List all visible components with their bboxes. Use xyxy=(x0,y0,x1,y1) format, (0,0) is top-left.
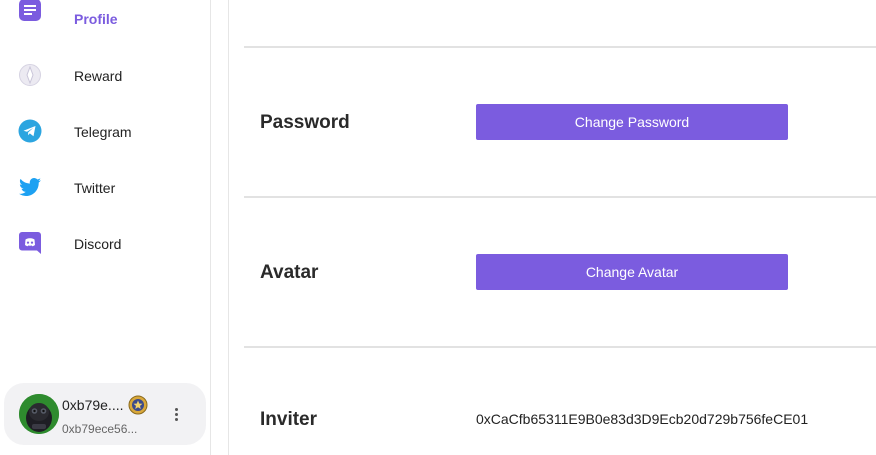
sidebar-item-label: Twitter xyxy=(74,180,116,196)
divider xyxy=(244,196,876,198)
telegram-icon xyxy=(18,119,42,143)
change-avatar-button[interactable]: Change Avatar xyxy=(476,254,788,290)
password-label: Password xyxy=(260,112,350,133)
sidebar-item-discord[interactable]: Discord xyxy=(0,223,210,263)
sidebar-item-label: Reward xyxy=(74,68,123,84)
sidebar-item-label: Telegram xyxy=(74,124,132,140)
profile-icon xyxy=(18,0,42,22)
sidebar: Profile Reward Telegram Twitter Discord … xyxy=(0,0,211,455)
inviter-label: Inviter xyxy=(260,409,318,430)
divider xyxy=(244,46,876,48)
sidebar-item-label: Discord xyxy=(74,236,122,252)
change-password-button[interactable]: Change Password xyxy=(476,104,788,140)
badge-icon xyxy=(128,395,148,415)
reward-icon xyxy=(18,63,42,87)
sidebar-item-telegram[interactable]: Telegram xyxy=(0,111,210,151)
sidebar-item-twitter[interactable]: Twitter xyxy=(0,167,210,207)
divider xyxy=(244,346,876,348)
inviter-address: 0xCaCfb65311E9B0e83d3D9Ecb20d729b756feCE… xyxy=(476,411,809,427)
user-name: 0xb79e.... xyxy=(62,397,124,413)
avatar-label: Avatar xyxy=(260,262,319,283)
sidebar-item-label: Profile xyxy=(74,11,118,27)
twitter-icon xyxy=(18,175,42,199)
avatar xyxy=(19,394,59,434)
user-address: 0xb79ece56... xyxy=(62,422,138,436)
user-card[interactable]: 0xb79e.... 0xb79ece56... xyxy=(4,383,206,445)
sidebar-item-reward[interactable]: Reward xyxy=(0,55,210,95)
discord-icon xyxy=(18,231,42,255)
content-border xyxy=(228,0,229,455)
sidebar-item-profile[interactable]: Profile xyxy=(0,0,210,40)
more-options-icon[interactable] xyxy=(166,403,186,425)
